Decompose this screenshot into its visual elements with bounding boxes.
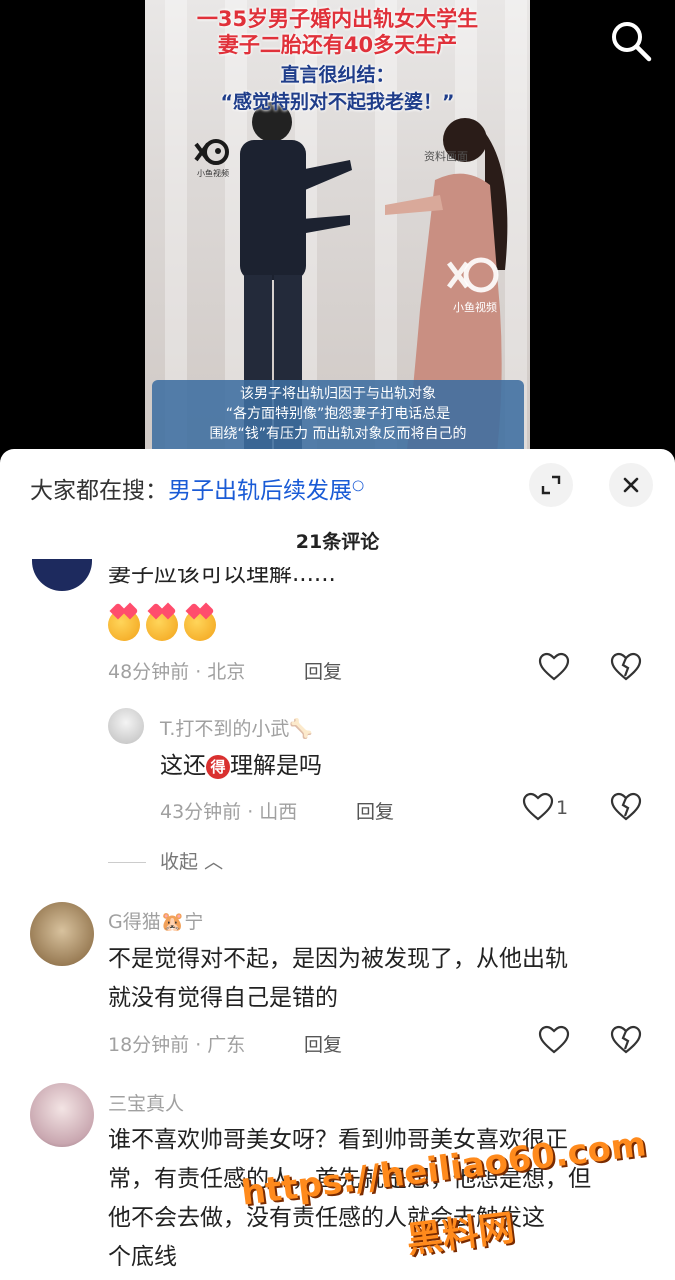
reply-button[interactable]: 回复: [304, 1030, 342, 1057]
comment-text: 妻子应该可以理解......: [108, 567, 336, 587]
avatar[interactable]: [32, 559, 92, 591]
handshake-heart-emoji: [108, 609, 140, 641]
search-icon[interactable]: [608, 18, 654, 64]
collapse-replies-button[interactable]: 收起 ︿: [108, 847, 223, 874]
handshake-heart-emoji: [146, 609, 178, 641]
reply-button[interactable]: 回复: [356, 797, 394, 824]
fish-video-watermark: 小鱼视频: [445, 255, 505, 315]
heart-icon[interactable]: [538, 652, 570, 682]
comment-username[interactable]: G得猫🐹宁: [108, 907, 203, 934]
avatar[interactable]: [108, 708, 144, 744]
video-headline-1: 一35岁男子婚内出轨女大学生: [196, 7, 479, 31]
stock-footage-label: 资料画面: [424, 150, 468, 163]
comment-username[interactable]: T.打不到的小武🦴: [160, 714, 313, 741]
emoji-row: [108, 609, 222, 645]
video-headline-3: 直言很纠结：: [280, 64, 395, 86]
video-player[interactable]: 一35岁男子婚内出轨女大学生 妻子二胎还有40多天生产 直言很纠结： “感觉特别…: [0, 0, 675, 470]
chevron-up-icon: ︿: [204, 851, 224, 873]
handshake-heart-emoji: [184, 609, 216, 641]
comment-meta: 43分钟前 · 山西: [160, 801, 298, 823]
reply-button[interactable]: 回复: [304, 657, 342, 684]
comment-list[interactable]: 妻子应该可以理解...... 48分钟前 · 北京 回复 T.打不到的小武🦴 这…: [0, 449, 675, 1280]
de-badge: 得: [206, 754, 230, 779]
like-count: 1: [556, 797, 569, 819]
comment-meta: 18分钟前 · 广东: [108, 1034, 246, 1056]
avatar[interactable]: [30, 902, 94, 966]
comments-panel: 大家都在搜：男子出轨后续发展○ 21条评论 妻子应该可以理解...... 48分…: [0, 449, 675, 1280]
hamster-icon: 🐹: [160, 911, 185, 933]
video-headline-2: 妻子二胎还有40多天生产: [217, 33, 458, 57]
video-headline-4: “感觉特别对不起我老婆！”: [220, 91, 455, 113]
heart-icon[interactable]: [538, 1025, 570, 1055]
heart-icon[interactable]: [522, 792, 554, 822]
broken-heart-icon[interactable]: [610, 1025, 642, 1055]
bone-icon: 🦴: [289, 718, 314, 740]
comment-meta: 48分钟前 · 北京: [108, 661, 246, 683]
broken-heart-icon[interactable]: [610, 652, 642, 682]
comment-username[interactable]: 三宝真人: [108, 1089, 184, 1116]
broken-heart-icon[interactable]: [610, 792, 642, 822]
comment-text: 这还得理解是吗: [160, 753, 322, 779]
fish-video-logo: 小鱼视频: [192, 138, 234, 180]
avatar[interactable]: [30, 1083, 94, 1147]
comment-text: 不是觉得对不起，是因为被发现了，从他出轨 就没有觉得自己是错的: [108, 946, 568, 1011]
